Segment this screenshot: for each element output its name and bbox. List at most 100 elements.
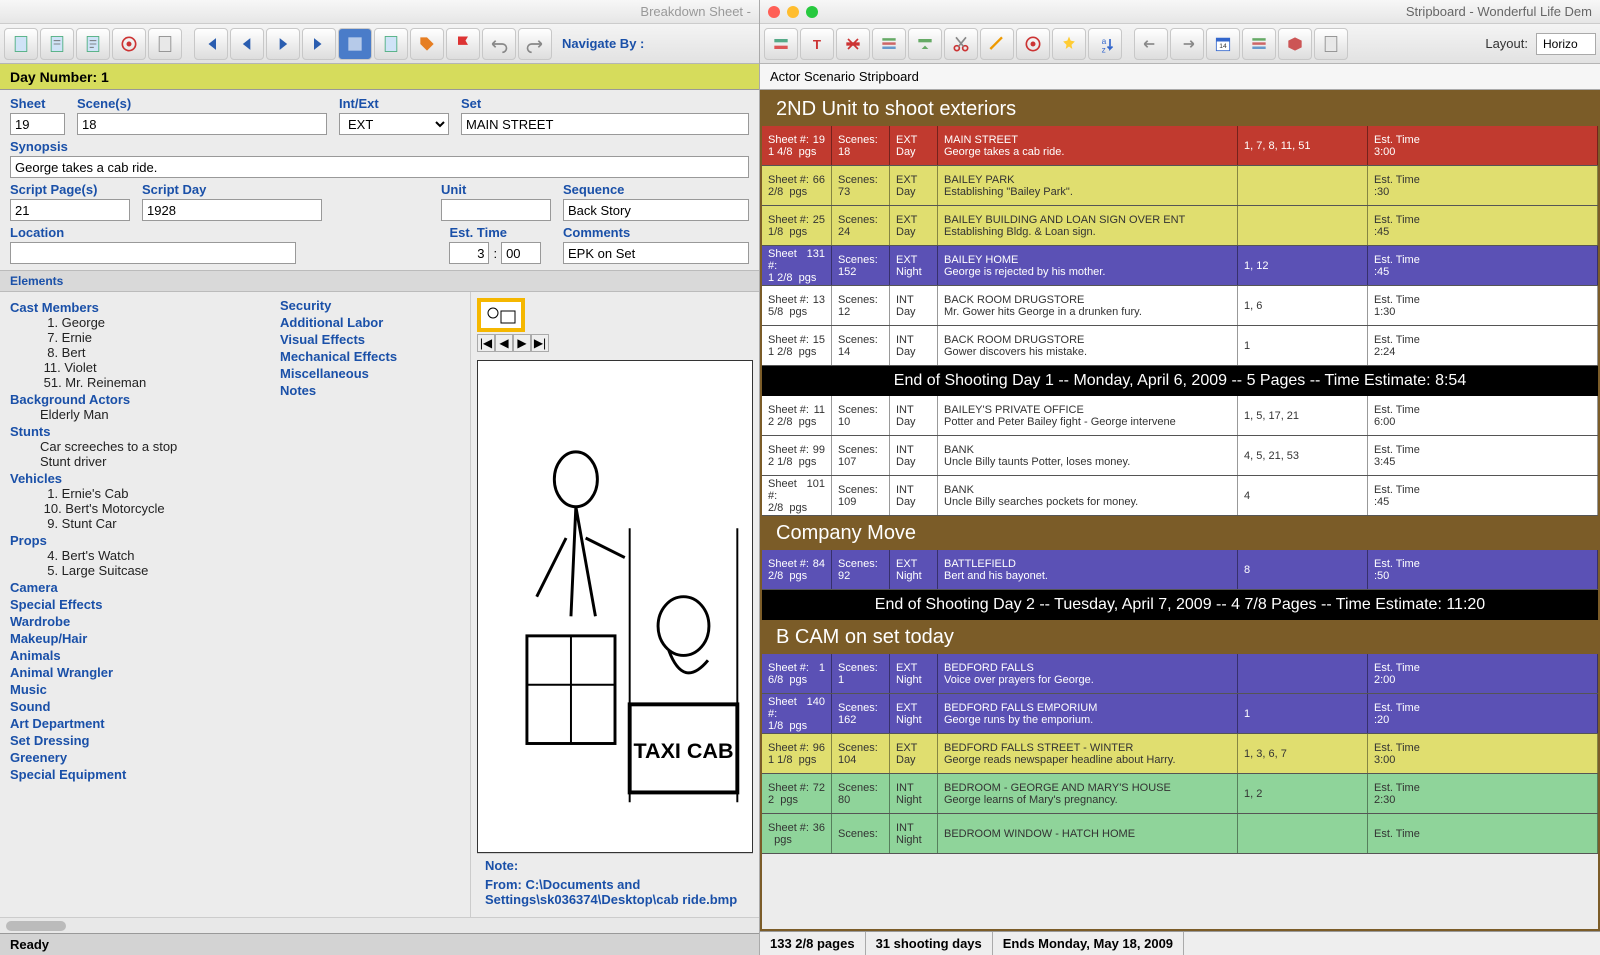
strip-row[interactable]: Sheet #:191 4/8 pgsScenes:18EXTDayMAIN S… (762, 126, 1598, 166)
banner[interactable]: Company Move (762, 516, 1598, 550)
element-category[interactable]: Notes (280, 383, 460, 398)
target-button[interactable] (112, 28, 146, 60)
element-item[interactable]: 7. Ernie (10, 330, 260, 345)
element-category[interactable]: Greenery (10, 750, 260, 765)
element-category[interactable]: Mechanical Effects (280, 349, 460, 364)
input-esttime-h[interactable] (449, 242, 489, 264)
rt-target[interactable] (1016, 28, 1050, 60)
strip-row[interactable]: Sheet #:36 pgsScenes:INTNightBEDROOM WIN… (762, 814, 1598, 854)
element-item[interactable]: Stunt driver (10, 454, 260, 469)
input-sequence[interactable] (563, 199, 749, 221)
element-category[interactable]: Special Effects (10, 597, 260, 612)
flag-button[interactable] (446, 28, 480, 60)
thumb-last[interactable]: ▶| (531, 334, 549, 352)
rt-add-strip[interactable] (764, 28, 798, 60)
close-icon[interactable] (768, 6, 780, 18)
rt-strips2[interactable] (1242, 28, 1276, 60)
strip-row[interactable]: Sheet #:1401/8 pgsScenes:162EXTNightBEDF… (762, 694, 1598, 734)
element-item[interactable]: 1. Ernie's Cab (10, 486, 260, 501)
input-location[interactable] (10, 242, 296, 264)
rt-calendar[interactable]: 14 (1206, 28, 1240, 60)
tag-button[interactable] (410, 28, 444, 60)
input-scriptday[interactable] (142, 199, 322, 221)
element-item[interactable]: 8. Bert (10, 345, 260, 360)
next-button[interactable] (266, 28, 300, 60)
banner[interactable]: 2ND Unit to shoot exteriors (762, 92, 1598, 126)
strip-row[interactable]: Sheet #:1311 2/8 pgsScenes:152EXTNightBA… (762, 246, 1598, 286)
element-category[interactable]: Music (10, 682, 260, 697)
first-button[interactable] (194, 28, 228, 60)
element-item[interactable]: 1. George (10, 315, 260, 330)
input-scenes[interactable] (77, 113, 327, 135)
strip-row[interactable]: Sheet #:151 2/8 pgsScenes:14INTDayBACK R… (762, 326, 1598, 366)
thumb-prev[interactable]: ◀ (495, 334, 513, 352)
strip-row[interactable]: Sheet #:722 pgsScenes:80INTNightBEDROOM … (762, 774, 1598, 814)
rt-box[interactable] (1278, 28, 1312, 60)
rt-delete-strip[interactable] (836, 28, 870, 60)
day-break[interactable]: End of Shooting Day 2 -- Tuesday, April … (762, 590, 1598, 620)
hscroll[interactable] (0, 917, 759, 933)
element-item[interactable]: Elderly Man (10, 407, 260, 422)
element-category[interactable]: Additional Labor (280, 315, 460, 330)
element-category[interactable]: Sound (10, 699, 260, 714)
element-category[interactable]: Art Department (10, 716, 260, 731)
rt-sort[interactable]: az (1088, 28, 1122, 60)
element-category[interactable]: Background Actors (10, 392, 260, 407)
rt-doc[interactable] (1314, 28, 1348, 60)
rt-insert[interactable] (908, 28, 942, 60)
element-category[interactable]: Animal Wrangler (10, 665, 260, 680)
element-item[interactable]: Car screeches to a stop (10, 439, 260, 454)
element-item[interactable]: 9. Stunt Car (10, 516, 260, 531)
strip-row[interactable]: Sheet #:135/8 pgsScenes:12INTDayBACK ROO… (762, 286, 1598, 326)
rt-wizard[interactable] (1052, 28, 1086, 60)
prev-button[interactable] (230, 28, 264, 60)
element-category[interactable]: Set Dressing (10, 733, 260, 748)
last-button[interactable] (302, 28, 336, 60)
rt-strips[interactable] (872, 28, 906, 60)
strip-row[interactable]: Sheet #:251/8 pgsScenes:24EXTDayBAILEY B… (762, 206, 1598, 246)
thumb-next[interactable]: ▶ (513, 334, 531, 352)
view2-button[interactable] (374, 28, 408, 60)
element-category[interactable]: Special Equipment (10, 767, 260, 782)
rt-cut[interactable] (944, 28, 978, 60)
rt-text[interactable]: T (800, 28, 834, 60)
strip-row[interactable]: Sheet #:112 2/8 pgsScenes:10INTDayBAILEY… (762, 396, 1598, 436)
input-synopsis[interactable] (10, 156, 749, 178)
strip-row[interactable]: Sheet #:16/8 pgsScenes:1EXTNightBEDFORD … (762, 654, 1598, 694)
element-category[interactable]: Camera (10, 580, 260, 595)
view1-button[interactable] (338, 28, 372, 60)
doc3-button[interactable] (76, 28, 110, 60)
banner[interactable]: B CAM on set today (762, 620, 1598, 654)
element-category[interactable]: Wardrobe (10, 614, 260, 629)
input-esttime-m[interactable] (501, 242, 541, 264)
input-sheet[interactable] (10, 113, 65, 135)
strip-row[interactable]: Sheet #:961 1/8 pgsScenes:104EXTDayBEDFO… (762, 734, 1598, 774)
rt-redo[interactable] (1170, 28, 1204, 60)
strip-row[interactable]: Sheet #:662/8 pgsScenes:73EXTDayBAILEY P… (762, 166, 1598, 206)
input-unit[interactable] (441, 199, 551, 221)
rt-brush[interactable] (980, 28, 1014, 60)
strip-row[interactable]: Sheet #:842/8 pgsScenes:92EXTNightBATTLE… (762, 550, 1598, 590)
doc4-button[interactable] (148, 28, 182, 60)
element-item[interactable]: 4. Bert's Watch (10, 548, 260, 563)
minimize-icon[interactable] (787, 6, 799, 18)
element-item[interactable]: 11. Violet (10, 360, 260, 375)
thumb-first[interactable]: |◀ (477, 334, 495, 352)
doc1-button[interactable] (4, 28, 38, 60)
input-set[interactable] (461, 113, 749, 135)
element-category[interactable]: Props (10, 533, 260, 548)
element-category[interactable]: Vehicles (10, 471, 260, 486)
strip-row[interactable]: Sheet #:992 1/8 pgsScenes:107INTDayBANKU… (762, 436, 1598, 476)
element-category[interactable]: Cast Members (10, 300, 260, 315)
element-category[interactable]: Security (280, 298, 460, 313)
element-category[interactable]: Makeup/Hair (10, 631, 260, 646)
element-category[interactable]: Visual Effects (280, 332, 460, 347)
element-item[interactable]: 51. Mr. Reineman (10, 375, 260, 390)
element-category[interactable]: Stunts (10, 424, 260, 439)
strip-row[interactable]: Sheet #:1012/8 pgsScenes:109INTDayBANKUn… (762, 476, 1598, 516)
redo-button[interactable] (518, 28, 552, 60)
layout-select[interactable]: Horizo (1536, 33, 1596, 55)
input-scriptpages[interactable] (10, 199, 130, 221)
day-break[interactable]: End of Shooting Day 1 -- Monday, April 6… (762, 366, 1598, 396)
zoom-icon[interactable] (806, 6, 818, 18)
